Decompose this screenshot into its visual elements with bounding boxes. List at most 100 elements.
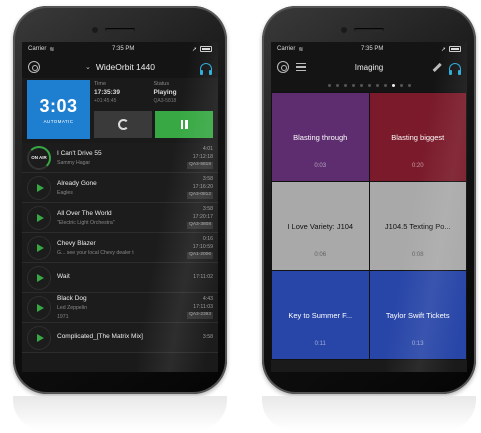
track-duration: 3:58: [202, 333, 213, 340]
location-icon: ➚: [191, 46, 197, 53]
imaging-tile[interactable]: I Love Variety: J104 0:06: [272, 182, 369, 270]
battery-icon: [199, 46, 212, 52]
imaging-tile[interactable]: Taylor Swift Tickets 0:13: [369, 271, 466, 359]
time-info: Time 17:35:39 +01:45:45: [94, 80, 154, 111]
track-code: QA3-0812: [187, 192, 213, 199]
status-label: Status: [153, 81, 170, 87]
imaging-tile[interactable]: Blasting biggest 0:20: [369, 93, 466, 181]
track-artist: "Electric Light Orchestra": [57, 219, 115, 226]
track-duration: 3:58: [202, 206, 213, 213]
edit-icon[interactable]: [432, 62, 442, 72]
headphones-icon[interactable]: [449, 62, 461, 75]
countdown-clock: 3:03 AUTOMATIC: [27, 80, 90, 139]
play-button[interactable]: [27, 175, 51, 200]
page-indicator[interactable]: [271, 78, 467, 92]
playlist-row[interactable]: ON AIR I Can't Drive 55 Sammy Hagar 4:01 17:…: [22, 143, 218, 173]
page-dot[interactable]: [359, 83, 363, 87]
control-panel: 3:03 AUTOMATIC Time 17:35:39 +01:45:45 S…: [22, 78, 218, 143]
stage: Carrier ≋ 7:35 PM ➚ ⌄ WideOrbit 1440 3:03…: [0, 0, 481, 433]
play-icon: [36, 213, 44, 222]
track-title: Complicated_[The Matrix Mix]: [57, 332, 143, 340]
carrier-label: Carrier: [28, 46, 47, 52]
automation-mode: AUTOMATIC: [43, 118, 74, 124]
on-air-indicator: ON AIR: [27, 145, 51, 170]
play-button[interactable]: [27, 235, 51, 260]
play-icon: [36, 273, 44, 282]
track-code: QA3-3808: [187, 222, 213, 229]
battery-icon: [448, 46, 461, 52]
wifi-icon: ≋: [298, 46, 304, 53]
track-title: Wait: [57, 272, 70, 280]
station-title: WideOrbit 1440: [95, 62, 155, 72]
track-duration: 4:43: [202, 296, 213, 303]
page-dot[interactable]: [391, 83, 395, 87]
track-time: 17:20:17: [192, 213, 213, 220]
location-icon: ➚: [440, 46, 446, 53]
playlist-row[interactable]: All Over The World "Electric Light Orches…: [22, 203, 218, 233]
track-title: I Can't Drive 55: [57, 149, 102, 157]
imaging-tile[interactable]: Key to Summer F... 0:11: [272, 271, 369, 359]
status-time: 7:35 PM: [360, 46, 384, 52]
station-selector[interactable]: ⌄ WideOrbit 1440: [85, 62, 155, 72]
track-time: 17:16:20: [192, 183, 213, 190]
status-time: 7:35 PM: [111, 46, 135, 52]
imaging-tile[interactable]: J104.5 Texting Po... 0:08: [369, 182, 466, 270]
playlist-row[interactable]: Complicated_[The Matrix Mix] 3:58: [22, 323, 218, 353]
page-dot[interactable]: [351, 83, 355, 87]
list-icon[interactable]: [296, 63, 306, 71]
status-bar: Carrier ≋ 7:35 PM ➚: [22, 42, 218, 56]
page-dot[interactable]: [407, 83, 411, 87]
track-time: 17:10:59: [192, 243, 213, 250]
gear-icon[interactable]: [277, 61, 289, 73]
imaging-grid: Blasting through 0:03 Blasting biggest 0:20…: [271, 92, 467, 360]
play-button[interactable]: [27, 265, 51, 290]
track-title: Already Gone: [57, 179, 97, 187]
playlist-row[interactable]: Chevy Blazer G... see your local Chevy de…: [22, 233, 218, 263]
track-title: All Over The World: [57, 209, 112, 217]
page-dot[interactable]: [335, 83, 339, 87]
track-time: 17:12:18: [192, 153, 213, 160]
tile-label: Key to Summer F...: [288, 310, 353, 320]
play-icon: [36, 243, 44, 252]
track-artist: G... see your local Chevy dealer t: [57, 249, 134, 256]
status-info: Status Playing QA3-5818: [154, 80, 214, 111]
pause-button[interactable]: [155, 111, 213, 138]
page-dot[interactable]: [367, 83, 371, 87]
track-year: 1971: [57, 314, 69, 320]
speaker-grille: [354, 28, 384, 32]
play-icon: [36, 183, 44, 192]
refresh-button[interactable]: [94, 111, 152, 138]
play-button[interactable]: [27, 205, 51, 230]
page-title: Imaging: [354, 62, 384, 72]
track-time: 17:11:03: [193, 303, 213, 310]
gear-icon[interactable]: [28, 61, 40, 73]
page-dot[interactable]: [343, 83, 347, 87]
nav-bar: Imaging: [271, 56, 467, 78]
playlist-row[interactable]: Wait 17:11:02: [22, 263, 218, 293]
imaging-tile[interactable]: Blasting through 0:03: [272, 93, 369, 181]
tile-duration: 0:13: [411, 341, 424, 347]
play-icon: [36, 333, 44, 342]
playlist-row[interactable]: Black Dog Led Zeppelin 1971 4:43 17:11:03 QA3…: [22, 293, 218, 323]
tile-duration: 0:03: [314, 163, 327, 169]
tile-label: Blasting through: [293, 132, 348, 142]
track-code: QA3-5818: [187, 162, 213, 169]
playlist-row[interactable]: Already Gone Eagles 3:58 17:16:20 QA3-0812: [22, 173, 218, 203]
play-button[interactable]: [27, 295, 51, 320]
tile-duration: 0:08: [411, 252, 424, 258]
page-dot[interactable]: [399, 83, 403, 87]
tile-duration: 0:20: [411, 163, 424, 169]
page-dot[interactable]: [375, 83, 379, 87]
reflection: [262, 396, 476, 430]
track-time: 17:11:02: [193, 273, 213, 280]
time-offset: +01:45:45: [94, 98, 117, 104]
page-dot[interactable]: [327, 83, 331, 87]
page-dot[interactable]: [383, 83, 387, 87]
front-camera: [341, 27, 347, 33]
tile-label: Taylor Swift Tickets: [385, 310, 450, 320]
track-code: QA1-2006: [187, 252, 213, 259]
headphones-icon[interactable]: [200, 62, 212, 75]
refresh-icon: [117, 119, 129, 130]
play-button[interactable]: [27, 325, 51, 350]
speaker-grille: [105, 28, 135, 32]
